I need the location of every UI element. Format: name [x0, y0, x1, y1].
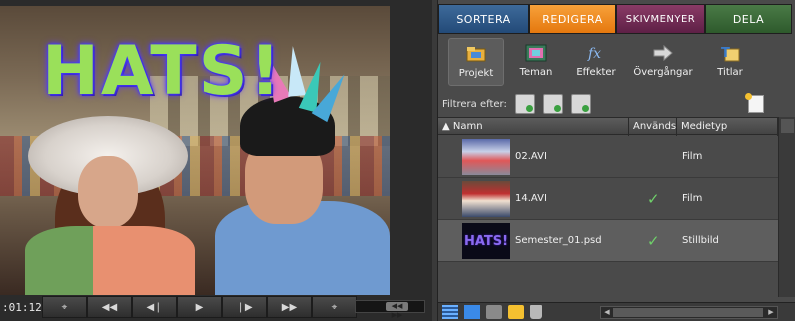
folder-icon[interactable]	[486, 305, 502, 319]
titlar-button[interactable]: T Titlar	[702, 38, 758, 86]
marker-button[interactable]: ⌖	[42, 296, 87, 318]
column-used-header[interactable]: Används	[629, 118, 677, 136]
overgangar-button[interactable]: Övergångar	[628, 38, 698, 86]
list-view-icon[interactable]	[442, 305, 458, 319]
used-check-icon: ✓	[647, 189, 660, 208]
titles-icon: T	[719, 44, 741, 62]
scroll-right-arrow[interactable]: ▶	[765, 307, 777, 318]
timecode-display: :01:12	[2, 301, 42, 314]
media-name: 14.AVI	[515, 193, 547, 204]
media-table-header: ▲ Namn Används Medietyp	[438, 117, 778, 136]
scroll-thumb[interactable]	[613, 308, 763, 317]
projekt-button[interactable]: Projekt	[448, 38, 504, 86]
tab-redigera[interactable]: REDIGERA	[529, 4, 616, 34]
jog-handle[interactable]: ◀◀ ▶▶	[386, 302, 408, 319]
step-forward-icon: ❘▶	[236, 301, 253, 313]
step-forward-button[interactable]: ❘▶	[222, 296, 267, 318]
media-thumbnail	[462, 181, 510, 217]
transport-controls: ⌖ ◀◀ ◀❘ ▶ ❘▶ ▶▶ ⌖	[42, 296, 357, 318]
marker-2-button[interactable]: ⌖	[312, 296, 357, 318]
media-name: Semester_01.psd	[515, 235, 602, 246]
media-type: Film	[682, 151, 703, 162]
preview-frame[interactable]: HATS!	[0, 6, 390, 295]
svg-text:T: T	[721, 46, 730, 61]
media-type: Stillbild	[682, 235, 719, 246]
tab-skivmenyer[interactable]: SKIVMENYER	[616, 4, 705, 34]
filter-bar: Filtrera efter:	[438, 92, 795, 116]
tab-dela[interactable]: DELA	[705, 4, 792, 34]
tab-sortera[interactable]: SORTERA	[438, 4, 529, 34]
play-icon: ▶	[195, 301, 204, 313]
scroll-up-arrow[interactable]	[781, 119, 794, 133]
teman-button[interactable]: Teman	[508, 38, 564, 86]
filter-image-icon[interactable]	[570, 94, 591, 114]
media-table: 02.AVI Film 14.AVI ✓ Film HATS! Semester…	[438, 136, 778, 262]
filter-audio-icon[interactable]	[542, 94, 563, 114]
new-folder-icon[interactable]	[508, 305, 524, 319]
column-type-header[interactable]: Medietyp	[677, 118, 778, 136]
scroll-left-arrow[interactable]: ◀	[601, 307, 613, 318]
teman-label: Teman	[519, 67, 553, 78]
used-check-icon: ✓	[647, 231, 660, 250]
project-icon	[465, 45, 487, 63]
effects-icon: fx	[585, 44, 607, 62]
filter-label: Filtrera efter:	[442, 98, 507, 110]
fast-forward-button[interactable]: ▶▶	[267, 296, 312, 318]
effekter-button[interactable]: fx Effekter	[568, 38, 624, 86]
rewind-button[interactable]: ◀◀	[87, 296, 132, 318]
jog-shuttle[interactable]: ◀◀ ▶▶	[355, 300, 425, 319]
woman-face	[78, 156, 138, 228]
overgangar-label: Övergångar	[633, 67, 693, 78]
column-name-label: Namn	[452, 121, 483, 132]
themes-icon	[525, 44, 547, 62]
panel-bottom-bar: ◀ ▶	[438, 302, 795, 321]
media-type: Film	[682, 193, 703, 204]
app-root: HATS! :01:12 ⌖ ◀◀ ◀❘ ▶ ❘▶ ▶▶ ⌖ ◀◀ ▶▶ SOR…	[0, 0, 795, 321]
woman-body	[25, 226, 195, 295]
edit-toolbar: Projekt Teman fx Effekter Övergångar T T…	[438, 38, 795, 92]
trash-icon[interactable]	[530, 305, 542, 319]
svg-text:fx: fx	[587, 46, 601, 62]
projekt-label: Projekt	[458, 68, 494, 79]
titlar-label: Titlar	[717, 67, 743, 78]
transitions-icon	[652, 44, 674, 62]
fast-forward-icon: ▶▶	[281, 301, 298, 313]
vertical-scrollbar[interactable]	[778, 117, 795, 297]
thumbnail-view-icon[interactable]	[464, 305, 480, 319]
table-row[interactable]: 14.AVI ✓ Film	[438, 178, 778, 220]
play-button[interactable]: ▶	[177, 296, 222, 318]
step-back-button[interactable]: ◀❘	[132, 296, 177, 318]
main-tabs: SORTERA REDIGERA SKIVMENYER DELA	[438, 4, 795, 34]
marker-2-icon: ⌖	[331, 301, 338, 313]
effekter-label: Effekter	[576, 67, 616, 78]
table-row[interactable]: HATS! Semester_01.psd ✓ Stillbild	[438, 220, 778, 262]
title-overlay-text[interactable]: HATS!	[42, 38, 283, 106]
new-item-icon[interactable]	[745, 93, 764, 113]
media-name: 02.AVI	[515, 151, 547, 162]
tasks-panel: SORTERA REDIGERA SKIVMENYER DELA Projekt…	[437, 0, 795, 321]
marker-icon: ⌖	[61, 301, 68, 313]
media-thumbnail: HATS!	[462, 223, 510, 259]
column-name-header[interactable]: ▲ Namn	[438, 118, 629, 136]
table-row[interactable]: 02.AVI Film	[438, 136, 778, 178]
rewind-icon: ◀◀	[101, 301, 118, 313]
monitor-panel: HATS! :01:12 ⌖ ◀◀ ◀❘ ▶ ❘▶ ▶▶ ⌖ ◀◀ ▶▶	[0, 0, 432, 321]
step-back-icon: ◀❘	[146, 301, 163, 313]
horizontal-scrollbar[interactable]: ◀ ▶	[600, 306, 778, 319]
media-thumbnail	[462, 139, 510, 175]
filter-video-icon[interactable]	[514, 94, 535, 114]
